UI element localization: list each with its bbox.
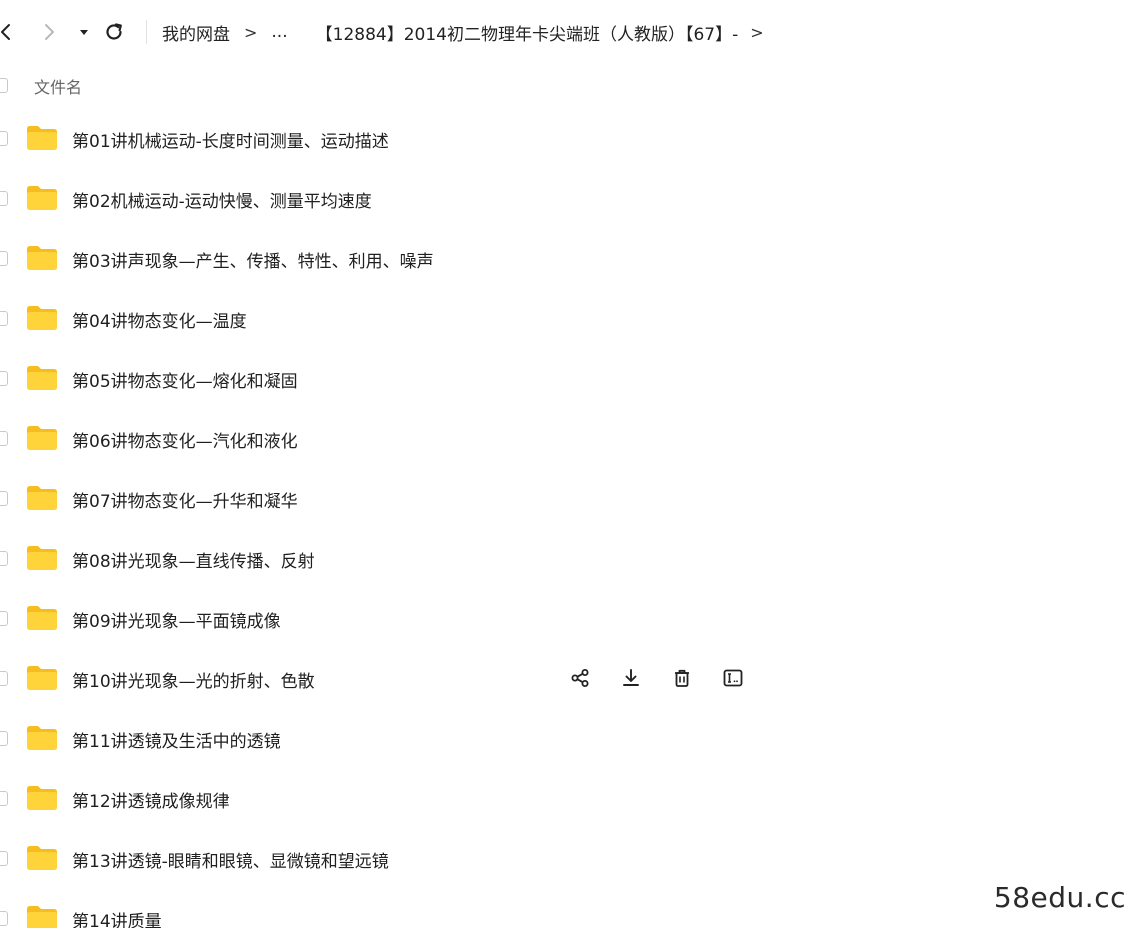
breadcrumb: 我的网盘 > ... 【12884】2014初二物理年卡尖端班（人教版）【67】… (162, 18, 778, 46)
file-name[interactable]: 第07讲物态变化—升华和凝华 (72, 487, 298, 512)
folder-icon (27, 246, 57, 270)
caret-down-icon (80, 30, 88, 35)
row-checkbox[interactable] (0, 671, 8, 686)
row-checkbox[interactable] (0, 191, 8, 206)
breadcrumb-ellipsis[interactable]: ... (271, 22, 287, 42)
list-item[interactable]: 第13讲透镜-眼睛和眼镜、显微镜和望远镜 (0, 828, 1144, 888)
list-item[interactable]: 第02机械运动-运动快慢、测量平均速度 (0, 168, 1144, 228)
folder-icon (27, 786, 57, 810)
file-name[interactable]: 第08讲光现象—直线传播、反射 (72, 547, 315, 572)
delete-button[interactable] (668, 664, 696, 692)
refresh-button[interactable] (100, 18, 128, 46)
folder-icon (27, 426, 57, 450)
breadcrumb-root[interactable]: 我的网盘 (162, 20, 230, 45)
forward-button[interactable] (35, 18, 63, 46)
row-checkbox[interactable] (0, 491, 8, 506)
breadcrumb-separator: > (244, 22, 258, 42)
row-actions (566, 664, 770, 692)
back-button[interactable] (0, 18, 20, 46)
list-item[interactable]: 第10讲光现象—光的折射、色散 (0, 648, 1144, 708)
list-item[interactable]: 第06讲物态变化—汽化和液化 (0, 408, 1144, 468)
list-item[interactable]: 第09讲光现象—平面镜成像 (0, 588, 1144, 648)
folder-icon (27, 606, 57, 630)
file-name[interactable]: 第10讲光现象—光的折射、色散 (72, 667, 315, 692)
folder-icon (27, 546, 57, 570)
row-checkbox[interactable] (0, 851, 8, 866)
list-item[interactable]: 第12讲透镜成像规律 (0, 768, 1144, 828)
download-icon (623, 669, 639, 686)
column-header-filename[interactable]: 文件名 (34, 74, 82, 98)
toolbar-divider (146, 20, 147, 44)
list-item[interactable]: 第07讲物态变化—升华和凝华 (0, 468, 1144, 528)
chevron-left-icon (1, 24, 10, 40)
row-checkbox[interactable] (0, 251, 8, 266)
delete-icon (675, 669, 689, 687)
breadcrumb-trailing-separator[interactable]: > (750, 23, 763, 42)
list-header: 文件名 (0, 64, 1144, 108)
file-list: 第01讲机械运动-长度时间测量、运动描述 第02机械运动-运动快慢、测量平均速度… (0, 108, 1144, 928)
file-name[interactable]: 第11讲透镜及生活中的透镜 (72, 727, 281, 752)
row-checkbox[interactable] (0, 611, 8, 626)
download-button[interactable] (617, 664, 645, 692)
row-checkbox[interactable] (0, 551, 8, 566)
file-name[interactable]: 第13讲透镜-眼睛和眼镜、显微镜和望远镜 (72, 847, 389, 872)
row-checkbox[interactable] (0, 131, 8, 146)
list-item[interactable]: 第14讲质量 (0, 888, 1144, 928)
file-name[interactable]: 第02机械运动-运动快慢、测量平均速度 (72, 187, 372, 212)
refresh-icon (106, 23, 122, 40)
history-dropdown-button[interactable] (70, 18, 98, 46)
list-item[interactable]: 第03讲声现象—产生、传播、特性、利用、噪声 (0, 228, 1144, 288)
folder-icon (27, 666, 57, 690)
toolbar: 我的网盘 > ... 【12884】2014初二物理年卡尖端班（人教版）【67】… (0, 0, 1144, 64)
row-checkbox[interactable] (0, 911, 8, 926)
file-name[interactable]: 第05讲物态变化—熔化和凝固 (72, 367, 298, 392)
file-name[interactable]: 第14讲质量 (72, 907, 162, 928)
share-icon (571, 669, 589, 687)
row-checkbox[interactable] (0, 311, 8, 326)
list-item[interactable]: 第04讲物态变化—温度 (0, 288, 1144, 348)
folder-icon (27, 186, 57, 210)
folder-icon (27, 126, 57, 150)
file-name[interactable]: 第12讲透镜成像规律 (72, 787, 230, 812)
folder-icon (27, 486, 57, 510)
list-item[interactable]: 第08讲光现象—直线传播、反射 (0, 528, 1144, 588)
list-item[interactable]: 第01讲机械运动-长度时间测量、运动描述 (0, 108, 1144, 168)
select-all-checkbox[interactable] (0, 78, 8, 93)
folder-icon (27, 306, 57, 330)
chevron-right-icon (45, 24, 54, 40)
row-checkbox[interactable] (0, 431, 8, 446)
watermark-text: 58edu.cc (993, 881, 1126, 914)
file-name[interactable]: 第06讲物态变化—汽化和液化 (72, 427, 298, 452)
folder-icon (27, 726, 57, 750)
rename-icon (723, 669, 743, 687)
share-button[interactable] (566, 664, 594, 692)
rename-button[interactable] (719, 664, 747, 692)
folder-icon (27, 846, 57, 870)
breadcrumb-current-folder[interactable]: 【12884】2014初二物理年卡尖端班（人教版）【67】- (316, 20, 739, 45)
list-item[interactable]: 第05讲物态变化—熔化和凝固 (0, 348, 1144, 408)
file-name[interactable]: 第09讲光现象—平面镜成像 (72, 607, 281, 632)
file-name[interactable]: 第01讲机械运动-长度时间测量、运动描述 (72, 127, 389, 152)
file-browser: 我的网盘 > ... 【12884】2014初二物理年卡尖端班（人教版）【67】… (0, 0, 1144, 928)
folder-icon (27, 906, 57, 928)
file-name[interactable]: 第03讲声现象—产生、传播、特性、利用、噪声 (72, 247, 434, 272)
file-name[interactable]: 第04讲物态变化—温度 (72, 307, 247, 332)
folder-icon (27, 366, 57, 390)
row-checkbox[interactable] (0, 371, 8, 386)
list-item[interactable]: 第11讲透镜及生活中的透镜 (0, 708, 1144, 768)
row-checkbox[interactable] (0, 791, 8, 806)
row-checkbox[interactable] (0, 731, 8, 746)
